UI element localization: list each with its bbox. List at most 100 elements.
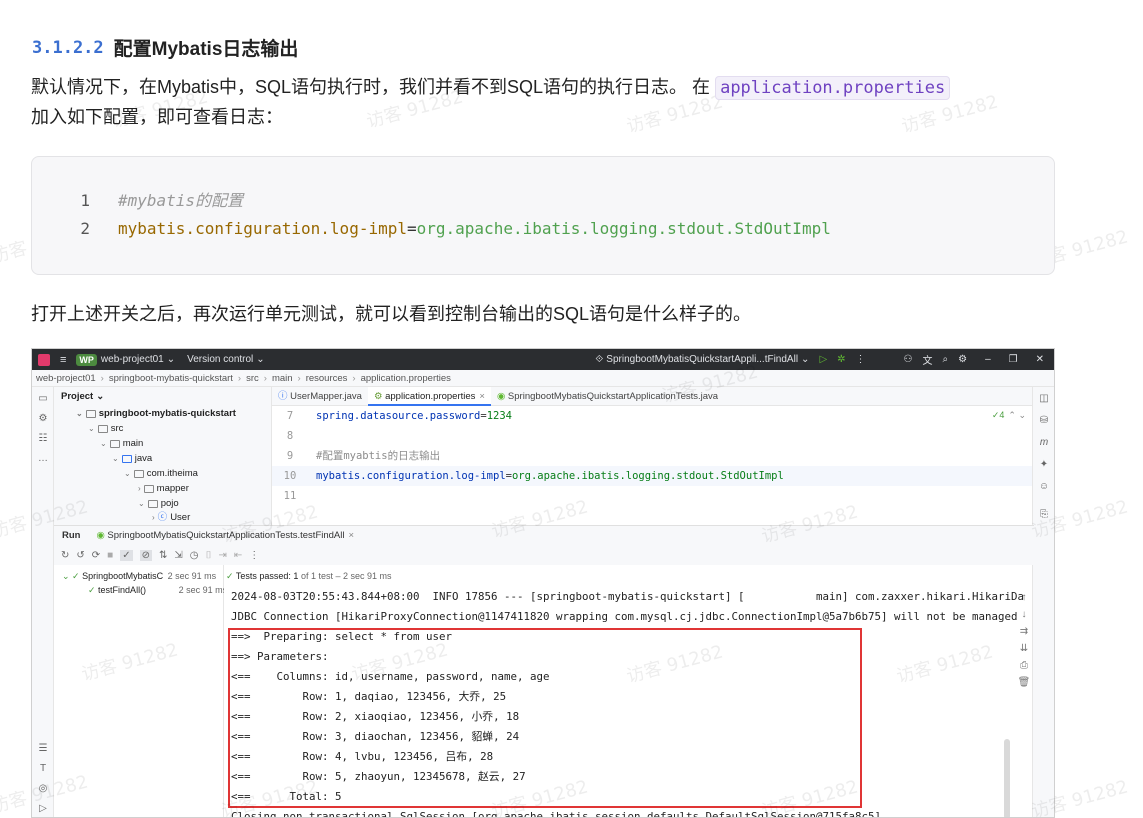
editor-line-current: 10 mybatis.configuration.log-impl=org.apa… <box>272 466 1034 486</box>
tab-application-properties[interactable]: ⚙ application.properties × <box>367 386 491 406</box>
console-scrollbar[interactable] <box>1004 739 1010 817</box>
tree-item[interactable]: ⌄ springboot-mybatis-quickstart <box>76 407 236 421</box>
more-icon[interactable]: ⋮ <box>856 354 866 365</box>
console-line: JDBC Connection [HikariProxyConnection@1… <box>231 610 1018 623</box>
run-tool-icon[interactable]: ▷ <box>37 803 49 815</box>
toggle-auto-test-icon[interactable]: ⟳ <box>92 550 100 561</box>
chevron-down-icon: ⌄ <box>96 391 105 402</box>
breadcrumb-item[interactable]: src <box>246 373 259 384</box>
ai-assistant-icon[interactable]: ✦ <box>1038 459 1050 471</box>
breadcrumb-item[interactable]: springboot-mybatis-quickstart <box>109 373 233 384</box>
export-icon[interactable]: ⇥ <box>219 550 227 561</box>
show-ignored-icon[interactable]: ⊘ <box>139 549 152 561</box>
console-side-toolbar: ↑ ↓ ⇉ ⇊ ⎙ 🗑 <box>1016 589 1032 691</box>
line-number: 2 <box>80 219 90 238</box>
check-icon: ✓ <box>226 571 236 581</box>
run-config-selector[interactable]: ⟐ SpringbootMybatisQuickstartAppli...tFi… <box>595 354 809 365</box>
code-key: spring.datasource.password <box>316 410 481 422</box>
code-line: 1 #mybatis的配置 <box>32 187 243 215</box>
intro-text: 默认情况下，在Mybatis中，SQL语句执行时，我们并看不到SQL语句的执行日… <box>31 77 711 97</box>
translate-icon[interactable]: 文 <box>923 352 933 367</box>
database-icon[interactable]: ⛁ <box>1038 415 1050 427</box>
section-number: 3.1.2.2 <box>32 37 104 58</box>
collapse-icon[interactable]: ⇲ <box>174 550 182 561</box>
tree-item[interactable]: ⌄ src <box>88 422 123 436</box>
minimize-icon[interactable]: – <box>985 354 991 365</box>
tree-item[interactable]: ⌄ main <box>100 437 143 451</box>
inspection-widget[interactable]: ✓4 ⌃ ⌄ <box>992 410 1026 421</box>
scroll-up-icon[interactable]: ↑ <box>1016 589 1032 606</box>
tree-item[interactable]: › mapper <box>138 482 189 496</box>
class-icon: ⓒ <box>157 512 168 523</box>
structure-icon[interactable]: ☷ <box>37 433 49 445</box>
tree-item[interactable]: ⌄ pojo <box>138 497 179 511</box>
ide-titlebar: ≡ WP web-project01 ⌄ Version control ⌄ ⟐… <box>32 349 1054 370</box>
rerun-failed-icon[interactable]: ↺ <box>76 550 84 561</box>
rerun-icon[interactable]: ↻ <box>61 550 69 561</box>
close-icon[interactable]: × <box>348 530 354 541</box>
bookmarks-icon[interactable]: ⎘ <box>1038 509 1050 521</box>
line-number: 8 <box>286 430 294 442</box>
import-icon[interactable]: ⇤ <box>234 550 242 561</box>
restore-icon[interactable]: ❐ <box>1009 354 1018 365</box>
trash-icon[interactable]: 🗑 <box>1016 674 1032 691</box>
test-case-row[interactable]: ✓ testFindAll() 2 sec 91 ms <box>88 583 227 597</box>
code-block: 1 #mybatis的配置 2 mybatis.configuration.log-… <box>31 156 1055 275</box>
services-icon[interactable]: ◎ <box>37 783 49 795</box>
project-selector[interactable]: WP web-project01 ⌄ <box>76 353 175 366</box>
scroll-down-icon[interactable]: ↓ <box>1016 606 1032 623</box>
more-icon[interactable]: ⋮ <box>249 550 259 561</box>
code-value: 1234 <box>486 410 512 422</box>
close-icon[interactable]: ✕ <box>1036 354 1044 365</box>
breadcrumb-item[interactable]: resources <box>306 373 348 384</box>
tree-item[interactable]: ⌄ com.itheima <box>124 467 198 481</box>
test-suite-row[interactable]: ⌄ ✓ SpringbootMybatisC 2 sec 91 ms <box>62 569 216 583</box>
tree-item[interactable]: ⌄ java <box>112 452 152 466</box>
project-badge: WP <box>76 353 97 366</box>
commit-icon[interactable]: ⚙ <box>37 413 49 425</box>
code-eq: = <box>406 219 417 238</box>
hamburger-menu-icon[interactable]: ≡ <box>60 354 66 366</box>
chevron-down-icon: ⌄ <box>62 571 73 581</box>
camera-icon[interactable]: ⌷ <box>206 550 212 561</box>
more-icon[interactable]: … <box>37 453 49 465</box>
code-editor[interactable]: 7 spring.datasource.password=1234 8 9 #配置m… <box>272 406 1034 525</box>
history-icon[interactable]: ◷ <box>190 550 199 561</box>
debug-icon[interactable]: ✲ <box>837 354 845 365</box>
maven-icon[interactable]: m <box>1038 437 1050 449</box>
vcs-selector[interactable]: Version control ⌄ <box>187 354 265 365</box>
database-icon[interactable]: ☰ <box>37 743 49 755</box>
notifications-icon[interactable]: ◫ <box>1038 393 1050 405</box>
run-tab-label[interactable]: Run <box>62 530 80 541</box>
close-icon[interactable]: × <box>479 391 485 402</box>
breadcrumb-item[interactable]: application.properties <box>361 373 451 384</box>
soft-wrap-icon[interactable]: ⇉ <box>1016 623 1032 640</box>
copilot-icon[interactable]: ☺ <box>1038 481 1050 493</box>
run-toolbar: ↻ ↺ ⟳ ■ ✓ ⊘ ⇅ ⇲ ◷ ⌷ ⇥ ⇤ ⋮ <box>54 545 1034 565</box>
run-config-tab-label: SpringbootMybatisQuickstartApplicationTe… <box>107 530 345 541</box>
breadcrumb-item[interactable]: main <box>272 373 293 384</box>
tree-item[interactable]: › ⓒ User <box>152 511 190 525</box>
breadcrumb-item[interactable]: web-project01 <box>36 373 96 384</box>
code-value: org.apache.ibatis.logging.stdout.StdOutI… <box>511 470 784 482</box>
chevron-down-icon: ⌄ <box>256 354 265 365</box>
tree-item-label: com.itheima <box>146 468 198 479</box>
tab-user-mapper[interactable]: ⓘ UserMapper.java <box>272 387 368 406</box>
tab-label: SpringbootMybatisQuickstartApplicationTe… <box>507 390 719 402</box>
scroll-to-end-icon[interactable]: ⇊ <box>1016 640 1032 657</box>
check-icon: ✓ <box>72 571 83 581</box>
terminal-icon[interactable]: T <box>37 763 49 775</box>
folder-icon[interactable]: ▭ <box>37 393 49 405</box>
settings-icon[interactable]: ⚙ <box>958 354 967 365</box>
run-icon[interactable]: ▷ <box>819 354 827 365</box>
tab-tests[interactable]: ◉ SpringbootMybatisQuickstartApplication… <box>491 387 724 406</box>
show-passed-icon[interactable]: ✓ <box>120 549 133 561</box>
sort-icon[interactable]: ⇅ <box>159 550 167 561</box>
print-icon[interactable]: ⎙ <box>1016 657 1032 674</box>
stop-icon[interactable]: ■ <box>107 550 113 561</box>
run-config-tab[interactable]: ◉ SpringbootMybatisQuickstartApplication… <box>96 530 354 541</box>
user-icon[interactable]: ⚇ <box>904 354 913 365</box>
check-icon: ✓ <box>88 585 99 595</box>
test-icon: ◉ <box>96 530 108 541</box>
search-icon[interactable]: ⌕ <box>943 354 949 365</box>
